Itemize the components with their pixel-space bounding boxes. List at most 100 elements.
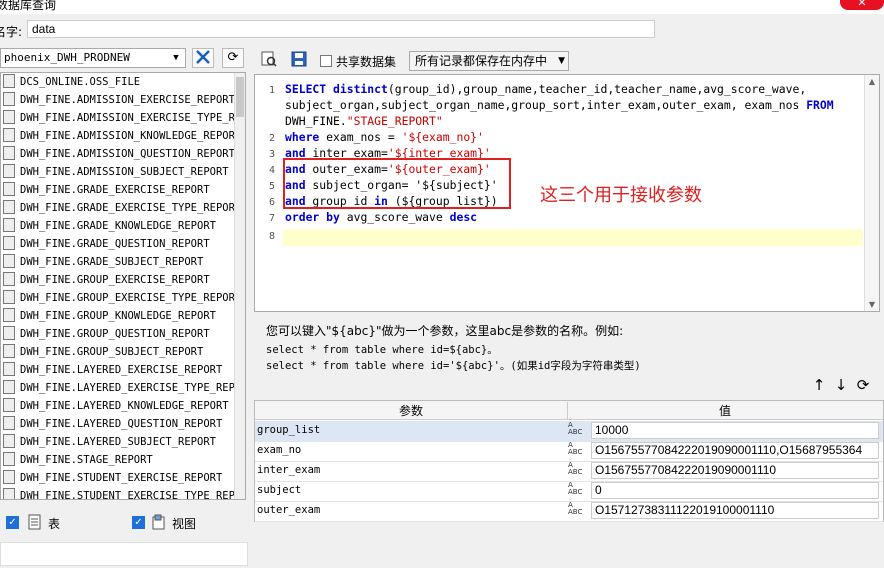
save-icon[interactable] bbox=[290, 50, 308, 68]
table-list-item[interactable]: DWH_FINE.GROUP_EXERCISE_REPORT bbox=[1, 271, 245, 289]
table-list-item[interactable]: DWH_FINE.GRADE_EXERCISE_TYPE_REPORT bbox=[1, 199, 245, 217]
table-checkbox-label: 表 bbox=[48, 517, 61, 531]
table-icon bbox=[3, 110, 15, 124]
connection-select[interactable]: phoenix_DWH_PRODNEW ▼ bbox=[0, 48, 186, 68]
line-number: 1 bbox=[268, 85, 275, 96]
table-name: DWH_FINE.ADMISSION_KNOWLEDGE_REPORT bbox=[20, 130, 242, 142]
move-down-icon[interactable]: ↓ bbox=[830, 376, 852, 394]
code-line-7: order by avg_score_wave desc bbox=[285, 210, 478, 224]
close-button[interactable]: ✕ bbox=[840, 0, 884, 10]
name-label: 名字: bbox=[0, 25, 23, 39]
refresh-icon: ⟳ bbox=[227, 50, 239, 65]
name-input[interactable] bbox=[27, 20, 655, 38]
editor-scrollbar[interactable]: ▲ ▼ bbox=[864, 75, 879, 311]
table-name: DWH_FINE.LAYERED_SUBJECT_REPORT bbox=[20, 436, 216, 448]
scrollbar-thumb[interactable] bbox=[236, 77, 244, 117]
table-checkbox[interactable]: ✓ bbox=[6, 516, 19, 529]
table-icon bbox=[3, 272, 15, 286]
table-name: DWH_FINE.LAYERED_KNOWLEDGE_REPORT bbox=[20, 400, 229, 412]
table-list-item[interactable]: DWH_FINE.LAYERED_QUESTION_REPORT bbox=[1, 415, 245, 433]
table-name: DWH_FINE.ADMISSION_EXERCISE_REPORT bbox=[20, 94, 235, 106]
table-list-item[interactable]: DWH_FINE.ADMISSION_KNOWLEDGE_REPORT bbox=[1, 127, 245, 145]
table-list-item[interactable]: DWH_FINE.LAYERED_EXERCISE_REPORT bbox=[1, 361, 245, 379]
table-name: DWH_FINE.GRADE_EXERCISE_REPORT bbox=[20, 184, 210, 196]
parameter-value-input[interactable]: O15675577084222019090001110 bbox=[591, 462, 879, 479]
chevron-down-icon: ▼ bbox=[558, 56, 565, 66]
table-list-item[interactable]: DWH_FINE.GRADE_EXERCISE_REPORT bbox=[1, 181, 245, 199]
parameter-value-input[interactable]: 10000 bbox=[591, 422, 879, 439]
string-type-icon[interactable]: A ABC bbox=[568, 502, 588, 516]
parameter-row[interactable]: outer_exam A ABC O1571273831112201910000111… bbox=[255, 501, 883, 522]
string-type-icon[interactable]: A ABC bbox=[568, 422, 588, 436]
table-icon bbox=[3, 164, 15, 178]
table-list-item[interactable]: DWH_FINE.LAYERED_SUBJECT_REPORT bbox=[1, 433, 245, 451]
code-line-2: where exam_nos = '${exam_no}' bbox=[285, 130, 484, 144]
table-list-item[interactable]: DWH_FINE.GROUP_KNOWLEDGE_REPORT bbox=[1, 307, 245, 325]
table-name: DWH_FINE.STUDENT_EXERCISE_REPORT bbox=[20, 472, 223, 484]
table-list-item[interactable]: DWH_FINE.GROUP_EXERCISE_TYPE_REPORT bbox=[1, 289, 245, 307]
shared-dataset-checkbox[interactable] bbox=[320, 55, 332, 67]
scroll-down-icon[interactable]: ▼ bbox=[865, 300, 879, 309]
parameter-row[interactable]: exam_no A ABC O156755770842220190900011​10,… bbox=[255, 441, 883, 462]
table-list-item[interactable]: DWH_FINE.STAGE_REPORT bbox=[1, 451, 245, 469]
parameter-row[interactable]: inter_exam A ABC O1567557708422201909000111… bbox=[255, 461, 883, 482]
table-name: DWH_FINE.GRADE_QUESTION_REPORT bbox=[20, 238, 210, 250]
parameter-row[interactable]: group_list A ABC 10000 bbox=[255, 421, 883, 442]
current-line-highlight bbox=[283, 229, 863, 246]
table-list-item[interactable]: DWH_FINE.GRADE_QUESTION_REPORT bbox=[1, 235, 245, 253]
table-list[interactable]: DCS_ONLINE.OSS_FILE DWH_FINE.ADMISSION_EX… bbox=[0, 72, 246, 500]
table-icon bbox=[3, 434, 15, 448]
table-list-scrollbar[interactable] bbox=[234, 73, 245, 499]
table-name: DWH_FINE.GRADE_SUBJECT_REPORT bbox=[20, 256, 204, 268]
table-list-item[interactable]: DWH_FINE.LAYERED_EXERCISE_TYPE_REPORT bbox=[1, 379, 245, 397]
annotation-text: 这三个用于接收参数 bbox=[540, 185, 702, 206]
table-list-item[interactable]: DWH_FINE.ADMISSION_QUESTION_REPORT bbox=[1, 145, 245, 163]
parameter-value-input[interactable]: O156755770842220190900011​10,O1568795536… bbox=[591, 442, 879, 459]
refresh-button[interactable]: ⟳ bbox=[222, 48, 244, 68]
table-list-item[interactable]: DCS_ONLINE.OSS_FILE bbox=[1, 73, 245, 91]
right-panel: 共享数据集 所有记录都保存在内存中 ▼ 1 2 3 4 5 6 7 8 SELE… bbox=[254, 46, 884, 568]
move-up-icon[interactable]: ↑ bbox=[808, 376, 830, 394]
code-line-1c: DWH_FINE."STAGE_REPORT" bbox=[285, 114, 443, 128]
table-list-item[interactable]: DWH_FINE.GRADE_KNOWLEDGE_REPORT bbox=[1, 217, 245, 235]
line-number: 5 bbox=[268, 181, 275, 192]
code-line-1a: SELECT distinct(group_id),group_name,tea… bbox=[285, 82, 807, 96]
line-number-gutter: 1 2 3 4 5 6 7 8 bbox=[255, 75, 279, 311]
tools-icon bbox=[196, 50, 210, 64]
parameter-name: subject bbox=[257, 484, 302, 496]
table-list-item[interactable]: DWH_FINE.ADMISSION_EXERCISE_REPORT bbox=[1, 91, 245, 109]
parameter-name: exam_no bbox=[257, 444, 302, 456]
memory-mode-select[interactable]: 所有记录都保存在内存中 ▼ bbox=[409, 51, 569, 71]
sql-editor[interactable]: 1 2 3 4 5 6 7 8 SELECT distinct(group_id… bbox=[254, 74, 880, 312]
table-icon bbox=[3, 488, 15, 499]
parameter-value-input[interactable]: O15712738311122019100001110 bbox=[591, 502, 879, 519]
annotation-box bbox=[283, 158, 511, 209]
table-list-item[interactable]: DWH_FINE.ADMISSION_EXERCISE_TYPE_REPO bbox=[1, 109, 245, 127]
preview-icon[interactable] bbox=[260, 50, 278, 68]
table-icon bbox=[28, 514, 41, 530]
view-checkbox-label: 视图 bbox=[172, 517, 197, 531]
table-list-item[interactable]: DWH_FINE.STUDENT_EXERCISE_REPORT bbox=[1, 469, 245, 487]
table-list-item[interactable]: DWH_FINE.ADMISSION_SUBJECT_REPORT bbox=[1, 163, 245, 181]
table-icon bbox=[3, 344, 15, 358]
table-name: DWH_FINE.GRADE_KNOWLEDGE_REPORT bbox=[20, 220, 216, 232]
view-checkbox[interactable]: ✓ bbox=[132, 516, 145, 529]
connection-settings-button[interactable] bbox=[192, 48, 214, 68]
line-number: 6 bbox=[268, 197, 275, 208]
table-name: DWH_FINE.GRADE_EXERCISE_TYPE_REPORT bbox=[20, 202, 242, 214]
line-number: 7 bbox=[268, 213, 275, 224]
table-list-item[interactable]: DWH_FINE.LAYERED_KNOWLEDGE_REPORT bbox=[1, 397, 245, 415]
table-name: DWH_FINE.LAYERED_EXERCISE_REPORT bbox=[20, 364, 223, 376]
string-type-icon[interactable]: A ABC bbox=[568, 462, 588, 476]
table-list-item[interactable]: DWH_FINE.STUDENT_EXERCISE_TYPE_REPORT bbox=[1, 487, 245, 499]
parameter-value-input[interactable]: 0 bbox=[591, 482, 879, 499]
string-type-icon[interactable]: A ABC bbox=[568, 482, 588, 496]
left-bottom-field[interactable] bbox=[0, 542, 248, 566]
table-list-item[interactable]: DWH_FINE.GRADE_SUBJECT_REPORT bbox=[1, 253, 245, 271]
table-list-item[interactable]: DWH_FINE.GROUP_SUBJECT_REPORT bbox=[1, 343, 245, 361]
string-type-icon[interactable]: A ABC bbox=[568, 442, 588, 456]
scroll-up-icon[interactable]: ▲ bbox=[865, 77, 879, 86]
table-list-item[interactable]: DWH_FINE.GROUP_QUESTION_REPORT bbox=[1, 325, 245, 343]
refresh-icon[interactable]: ⟳ bbox=[852, 376, 874, 394]
parameter-row[interactable]: subject A ABC 0 bbox=[255, 481, 883, 502]
